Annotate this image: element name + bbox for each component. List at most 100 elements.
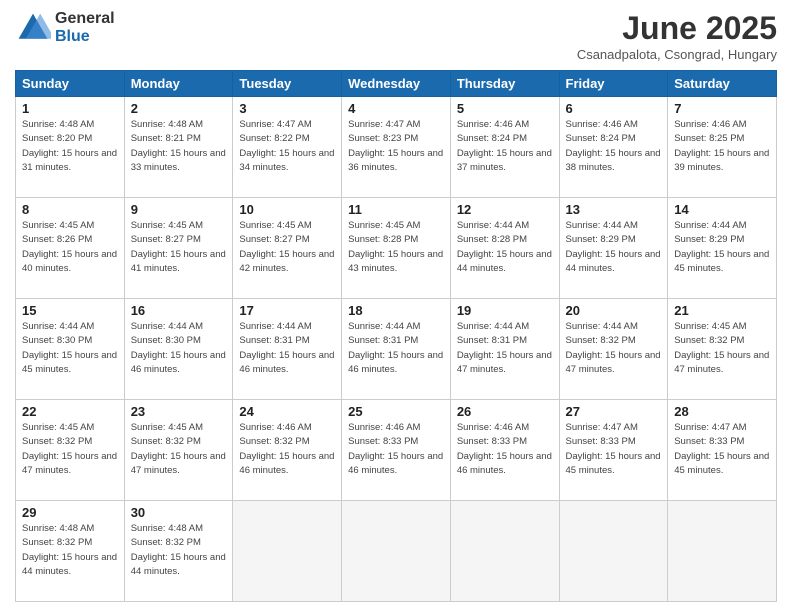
- page: General Blue June 2025 Csanadpalota, Cso…: [0, 0, 792, 612]
- day-info: Sunrise: 4:44 AMSunset: 8:28 PMDaylight:…: [457, 219, 553, 276]
- day-info: Sunrise: 4:45 AMSunset: 8:32 PMDaylight:…: [22, 421, 118, 478]
- calendar-header-friday: Friday: [559, 71, 668, 97]
- calendar-cell: [450, 501, 559, 602]
- day-info: Sunrise: 4:45 AMSunset: 8:32 PMDaylight:…: [674, 320, 770, 377]
- calendar-body: 1Sunrise: 4:48 AMSunset: 8:20 PMDaylight…: [16, 97, 777, 602]
- day-info: Sunrise: 4:48 AMSunset: 8:32 PMDaylight:…: [22, 522, 118, 579]
- calendar-cell: [559, 501, 668, 602]
- day-number: 8: [22, 202, 118, 217]
- day-number: 20: [566, 303, 662, 318]
- day-number: 7: [674, 101, 770, 116]
- location: Csanadpalota, Csongrad, Hungary: [577, 47, 777, 62]
- day-info: Sunrise: 4:47 AMSunset: 8:23 PMDaylight:…: [348, 118, 444, 175]
- day-info: Sunrise: 4:46 AMSunset: 8:32 PMDaylight:…: [239, 421, 335, 478]
- day-info: Sunrise: 4:44 AMSunset: 8:29 PMDaylight:…: [566, 219, 662, 276]
- calendar-cell: 3Sunrise: 4:47 AMSunset: 8:22 PMDaylight…: [233, 97, 342, 198]
- day-number: 14: [674, 202, 770, 217]
- calendar-cell: 29 Sunrise: 4:48 AMSunset: 8:32 PMDayligh…: [16, 501, 125, 602]
- calendar-week-2: 15 Sunrise: 4:44 AMSunset: 8:30 PMDayligh…: [16, 299, 777, 400]
- logo-general: General: [55, 10, 115, 28]
- day-info: Sunrise: 4:48 AMSunset: 8:32 PMDaylight:…: [131, 522, 227, 579]
- day-number: 18: [348, 303, 444, 318]
- day-info: Sunrise: 4:47 AMSunset: 8:33 PMDaylight:…: [674, 421, 770, 478]
- calendar-cell: 24 Sunrise: 4:46 AMSunset: 8:32 PMDayligh…: [233, 400, 342, 501]
- day-info: Sunrise: 4:45 AMSunset: 8:27 PMDaylight:…: [239, 219, 335, 276]
- calendar-cell: 13 Sunrise: 4:44 AMSunset: 8:29 PMDayligh…: [559, 198, 668, 299]
- day-number: 23: [131, 404, 227, 419]
- calendar-header-tuesday: Tuesday: [233, 71, 342, 97]
- day-info: Sunrise: 4:45 AMSunset: 8:28 PMDaylight:…: [348, 219, 444, 276]
- title-section: June 2025 Csanadpalota, Csongrad, Hungar…: [577, 10, 777, 62]
- day-number: 16: [131, 303, 227, 318]
- day-info: Sunrise: 4:47 AMSunset: 8:33 PMDaylight:…: [566, 421, 662, 478]
- calendar-header-thursday: Thursday: [450, 71, 559, 97]
- day-number: 21: [674, 303, 770, 318]
- logo-text: General Blue: [55, 10, 115, 45]
- calendar-cell: 7Sunrise: 4:46 AMSunset: 8:25 PMDaylight…: [668, 97, 777, 198]
- day-number: 12: [457, 202, 553, 217]
- calendar-week-3: 22 Sunrise: 4:45 AMSunset: 8:32 PMDayligh…: [16, 400, 777, 501]
- day-number: 28: [674, 404, 770, 419]
- calendar-cell: 30 Sunrise: 4:48 AMSunset: 8:32 PMDayligh…: [124, 501, 233, 602]
- calendar-cell: 14 Sunrise: 4:44 AMSunset: 8:29 PMDayligh…: [668, 198, 777, 299]
- calendar-cell: [342, 501, 451, 602]
- calendar-cell: 11 Sunrise: 4:45 AMSunset: 8:28 PMDayligh…: [342, 198, 451, 299]
- day-number: 5: [457, 101, 553, 116]
- calendar-cell: 18 Sunrise: 4:44 AMSunset: 8:31 PMDayligh…: [342, 299, 451, 400]
- day-info: Sunrise: 4:46 AMSunset: 8:33 PMDaylight:…: [348, 421, 444, 478]
- day-info: Sunrise: 4:44 AMSunset: 8:29 PMDaylight:…: [674, 219, 770, 276]
- logo-icon: [15, 10, 51, 46]
- day-number: 10: [239, 202, 335, 217]
- calendar-cell: [233, 501, 342, 602]
- calendar-cell: 23Sunrise: 4:45 AMSunset: 8:32 PMDayligh…: [124, 400, 233, 501]
- calendar-header-wednesday: Wednesday: [342, 71, 451, 97]
- day-info: Sunrise: 4:47 AMSunset: 8:22 PMDaylight:…: [239, 118, 335, 175]
- logo: General Blue: [15, 10, 115, 46]
- day-number: 24: [239, 404, 335, 419]
- day-number: 26: [457, 404, 553, 419]
- day-number: 22: [22, 404, 118, 419]
- calendar-week-1: 8Sunrise: 4:45 AMSunset: 8:26 PMDaylight…: [16, 198, 777, 299]
- calendar-week-0: 1Sunrise: 4:48 AMSunset: 8:20 PMDaylight…: [16, 97, 777, 198]
- day-number: 4: [348, 101, 444, 116]
- logo-blue: Blue: [55, 28, 115, 46]
- day-number: 11: [348, 202, 444, 217]
- calendar-cell: 4 Sunrise: 4:47 AMSunset: 8:23 PMDaylight…: [342, 97, 451, 198]
- day-number: 29: [22, 505, 118, 520]
- day-info: Sunrise: 4:48 AMSunset: 8:21 PMDaylight:…: [131, 118, 227, 175]
- day-number: 30: [131, 505, 227, 520]
- calendar-cell: 12 Sunrise: 4:44 AMSunset: 8:28 PMDayligh…: [450, 198, 559, 299]
- calendar-cell: 10 Sunrise: 4:45 AMSunset: 8:27 PMDayligh…: [233, 198, 342, 299]
- day-info: Sunrise: 4:46 AMSunset: 8:33 PMDaylight:…: [457, 421, 553, 478]
- calendar-cell: 22 Sunrise: 4:45 AMSunset: 8:32 PMDayligh…: [16, 400, 125, 501]
- day-info: Sunrise: 4:44 AMSunset: 8:30 PMDaylight:…: [131, 320, 227, 377]
- calendar-cell: 17 Sunrise: 4:44 AMSunset: 8:31 PMDayligh…: [233, 299, 342, 400]
- day-info: Sunrise: 4:44 AMSunset: 8:32 PMDaylight:…: [566, 320, 662, 377]
- calendar-cell: 25 Sunrise: 4:46 AMSunset: 8:33 PMDayligh…: [342, 400, 451, 501]
- month-title: June 2025: [577, 10, 777, 47]
- day-info: Sunrise: 4:46 AMSunset: 8:24 PMDaylight:…: [566, 118, 662, 175]
- calendar-header-row: SundayMondayTuesdayWednesdayThursdayFrid…: [16, 71, 777, 97]
- day-info: Sunrise: 4:48 AMSunset: 8:20 PMDaylight:…: [22, 118, 118, 175]
- calendar-cell: 2 Sunrise: 4:48 AMSunset: 8:21 PMDaylight…: [124, 97, 233, 198]
- calendar-cell: 1Sunrise: 4:48 AMSunset: 8:20 PMDaylight…: [16, 97, 125, 198]
- day-info: Sunrise: 4:44 AMSunset: 8:31 PMDaylight:…: [348, 320, 444, 377]
- day-number: 25: [348, 404, 444, 419]
- day-number: 2: [131, 101, 227, 116]
- calendar-cell: 21 Sunrise: 4:45 AMSunset: 8:32 PMDayligh…: [668, 299, 777, 400]
- day-info: Sunrise: 4:45 AMSunset: 8:27 PMDaylight:…: [131, 219, 227, 276]
- calendar-cell: 27 Sunrise: 4:47 AMSunset: 8:33 PMDayligh…: [559, 400, 668, 501]
- day-number: 15: [22, 303, 118, 318]
- calendar-cell: 28 Sunrise: 4:47 AMSunset: 8:33 PMDayligh…: [668, 400, 777, 501]
- calendar-cell: 5Sunrise: 4:46 AMSunset: 8:24 PMDaylight…: [450, 97, 559, 198]
- calendar-cell: 26 Sunrise: 4:46 AMSunset: 8:33 PMDayligh…: [450, 400, 559, 501]
- day-info: Sunrise: 4:44 AMSunset: 8:31 PMDaylight:…: [239, 320, 335, 377]
- calendar-header-sunday: Sunday: [16, 71, 125, 97]
- day-number: 13: [566, 202, 662, 217]
- day-number: 9: [131, 202, 227, 217]
- day-number: 17: [239, 303, 335, 318]
- calendar-header-monday: Monday: [124, 71, 233, 97]
- calendar-cell: 15Sunrise: 4:44 AMSunset: 8:30 PMDayligh…: [16, 299, 125, 400]
- day-number: 27: [566, 404, 662, 419]
- calendar-cell: [668, 501, 777, 602]
